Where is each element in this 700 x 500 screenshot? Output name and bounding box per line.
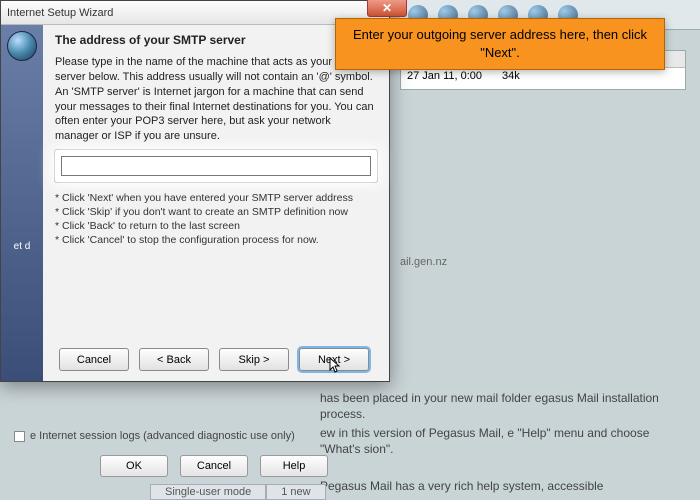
close-icon[interactable]: ✕ bbox=[367, 0, 407, 17]
skip-button[interactable]: Skip > bbox=[219, 348, 289, 371]
back-button[interactable]: < Back bbox=[139, 348, 209, 371]
cancel-button[interactable]: Cancel bbox=[59, 348, 129, 371]
wizard-side-banner: et d bbox=[1, 25, 43, 381]
wizard-hint: * Click 'Skip' if you don't want to crea… bbox=[55, 206, 377, 218]
ok-button[interactable]: OK bbox=[100, 455, 168, 477]
status-new-count: 1 new bbox=[266, 484, 325, 500]
side-label: et d bbox=[14, 241, 31, 252]
cancel-button[interactable]: Cancel bbox=[180, 455, 248, 477]
smtp-input-highlight bbox=[55, 150, 377, 182]
wizard-hint: * Click 'Next' when you have entered you… bbox=[55, 192, 377, 204]
cell-date: 27 Jan 11, 0:00 bbox=[407, 70, 482, 82]
dialog-titlebar[interactable]: Internet Setup Wizard ✕ bbox=[1, 1, 389, 25]
checkbox-icon[interactable] bbox=[14, 431, 25, 442]
bg-paragraph: ew in this version of Pegasus Mail, e "H… bbox=[320, 425, 686, 457]
status-mode: Single-user mode bbox=[150, 484, 266, 500]
wizard-instructions: Please type in the name of the machine t… bbox=[55, 55, 377, 144]
globe-icon bbox=[7, 31, 37, 61]
cell-size: 34k bbox=[502, 70, 520, 82]
status-bar: Single-user mode 1 new bbox=[150, 484, 326, 500]
cursor-icon bbox=[329, 357, 343, 375]
domain-hint: ail.gen.nz bbox=[400, 256, 447, 268]
bg-paragraph: Pegasus Mail has a very rich help system… bbox=[320, 478, 686, 494]
diagnostic-logs-checkbox[interactable]: e Internet session logs (advanced diagno… bbox=[14, 430, 295, 442]
help-button[interactable]: Help bbox=[260, 455, 328, 477]
dialog-title: Internet Setup Wizard bbox=[7, 7, 113, 19]
table-row[interactable]: 27 Jan 11, 0:00 34k bbox=[401, 68, 685, 84]
wizard-hint: * Click 'Back' to return to the last scr… bbox=[55, 220, 377, 232]
checkbox-label: e Internet session logs (advanced diagno… bbox=[30, 430, 295, 442]
wizard-hint: * Click 'Cancel' to stop the configurati… bbox=[55, 234, 377, 246]
instruction-callout: Enter your outgoing server address here,… bbox=[335, 18, 665, 70]
bg-paragraph: has been placed in your new mail folder … bbox=[320, 390, 686, 422]
internet-setup-wizard-dialog: Internet Setup Wizard ✕ et d The address… bbox=[0, 0, 390, 382]
wizard-heading: The address of your SMTP server bbox=[55, 33, 377, 47]
smtp-server-input[interactable] bbox=[61, 156, 371, 176]
